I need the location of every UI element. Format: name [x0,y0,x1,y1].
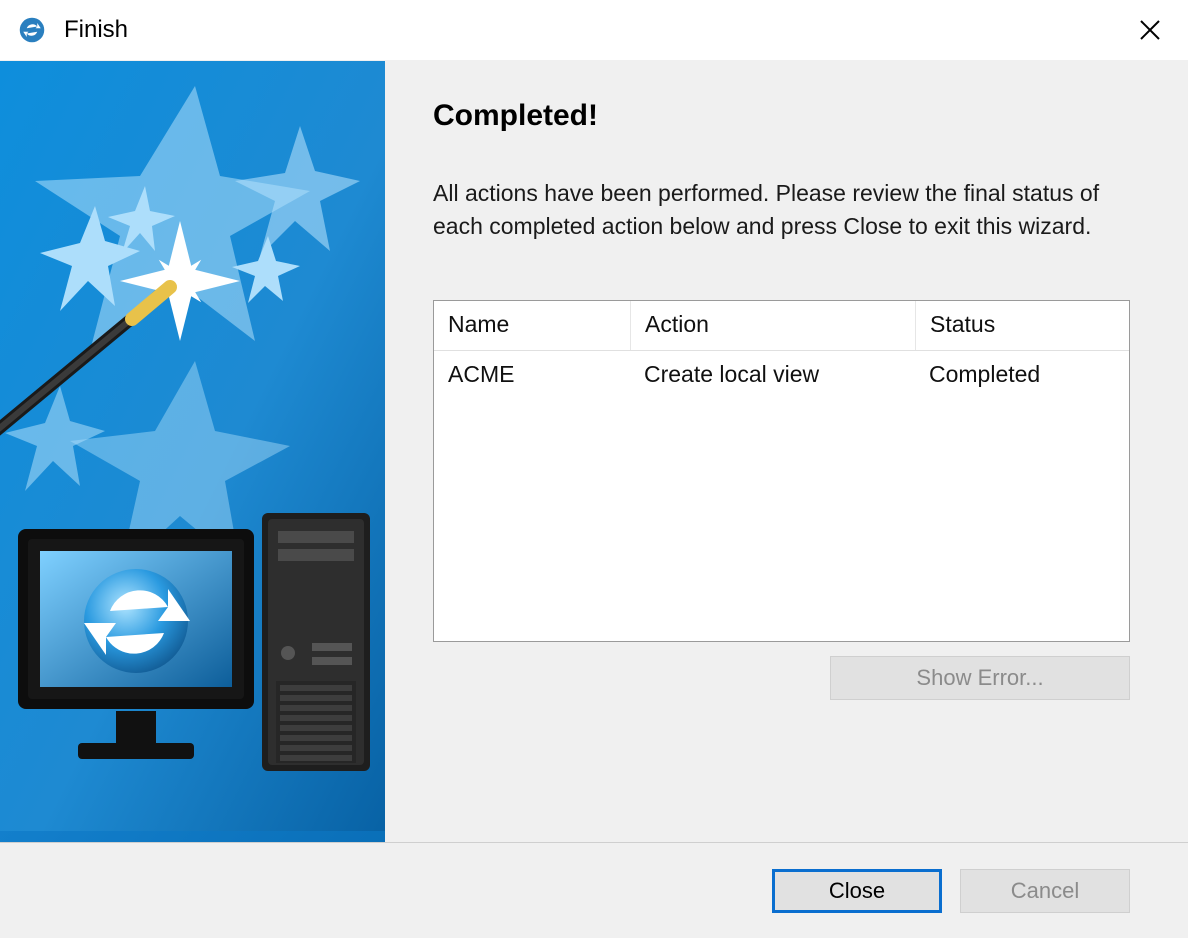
cancel-button: Cancel [960,869,1130,913]
cell-action: Create local view [630,351,915,398]
wizard-window: Finish [0,0,1188,938]
cell-name: ACME [434,351,630,398]
dialog-footer: Close Cancel [0,842,1188,938]
below-table-row: Show Error... [433,656,1130,700]
col-header-action[interactable]: Action [630,301,915,350]
page-description: All actions have been performed. Please … [433,177,1113,244]
col-header-name[interactable]: Name [434,301,630,350]
window-title: Finish [64,16,128,44]
wizard-sidebar-image [0,61,385,842]
table-header-row: Name Action Status [434,301,1129,351]
wizard-content: Completed! All actions have been perform… [385,61,1188,842]
sync-app-icon [18,16,46,44]
results-table: Name Action Status ACME Create local vie… [433,300,1130,642]
table-row[interactable]: ACME Create local view Completed [434,351,1129,398]
close-button[interactable]: Close [772,869,942,913]
show-error-button: Show Error... [830,656,1130,700]
cell-status: Completed [915,351,1129,398]
close-icon [1139,19,1161,41]
dialog-body: Completed! All actions have been perform… [0,60,1188,842]
col-header-status[interactable]: Status [915,301,1129,350]
table-body: ACME Create local view Completed [434,351,1129,641]
titlebar: Finish [0,0,1188,60]
page-heading: Completed! [433,99,1130,133]
window-close-button[interactable] [1132,12,1168,48]
